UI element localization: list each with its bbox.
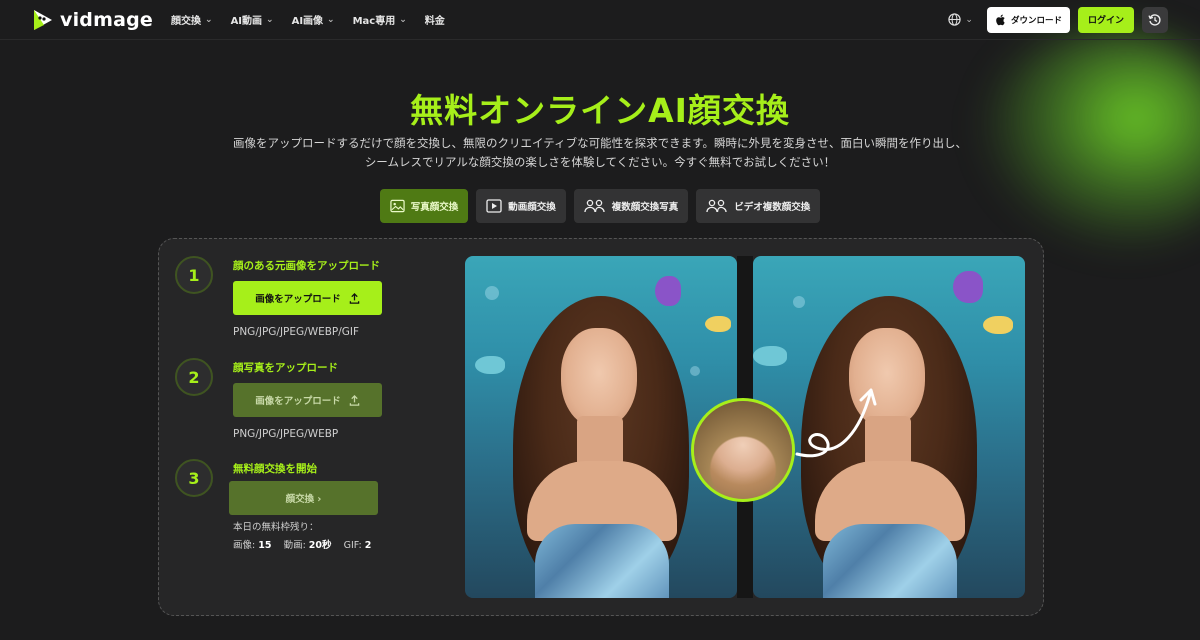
- chevron-down-icon: ⌄: [266, 14, 274, 25]
- video-quota-label: 動画:: [283, 540, 306, 551]
- page-title: 無料オンラインAI顔交換: [410, 91, 790, 130]
- download-button[interactable]: ダウンロード: [986, 6, 1070, 33]
- menu-item-mac[interactable]: Mac専用 ⌄: [352, 12, 407, 28]
- upload-source-image-button[interactable]: 画像をアップロード: [233, 281, 382, 315]
- page-description: 画像をアップロードするだけで顔を交換し、無限のクリエイティブな可能性を探求できま…: [190, 134, 1010, 172]
- tab-multi-face-photo[interactable]: 複数顔交換写真: [573, 189, 689, 223]
- step-title-1: 顔のある元画像をアップロード: [233, 260, 380, 272]
- step-number-2: 2: [175, 358, 213, 396]
- menu-item-pricing[interactable]: 料金: [425, 12, 445, 27]
- step-number-3: 3: [175, 459, 213, 497]
- swap-arrow-icon: [795, 388, 877, 458]
- login-button[interactable]: ログイン: [1077, 6, 1134, 33]
- play-icon: [486, 199, 502, 213]
- tab-label: ビデオ複数顔交換: [734, 202, 811, 213]
- button-label: 顔交換 ›: [285, 494, 322, 505]
- supported-formats-2: PNG/JPG/JPEG/WEBP: [233, 428, 339, 440]
- tab-video-face-swap[interactable]: 動画顔交換: [476, 189, 566, 223]
- multi-user-icon: [584, 199, 605, 213]
- menu-label: 顔交換: [171, 16, 202, 27]
- chevron-down-icon: ⌄: [205, 14, 213, 25]
- menu-label: 料金: [424, 16, 445, 27]
- video-quota-value: 20秒: [308, 540, 332, 551]
- upload-icon: [349, 292, 360, 304]
- tab-video-multi-face[interactable]: ビデオ複数顔交換: [696, 189, 821, 223]
- menu-item-face-swap[interactable]: 顔交換 ⌄: [171, 12, 213, 28]
- description-line: シームレスでリアルな顔交換の楽しさを体験してください。今すぐ無料でお試しください…: [364, 155, 836, 169]
- image-quota-label: 画像:: [233, 540, 256, 551]
- chevron-down-icon: ⌄: [327, 14, 335, 25]
- history-button[interactable]: [1142, 6, 1168, 33]
- source-face-thumbnail: [691, 398, 795, 502]
- chevron-down-icon: ⌄: [965, 14, 973, 25]
- step-number-1: 1: [175, 256, 213, 294]
- login-label: ログイン: [1087, 16, 1124, 26]
- step-title-3: 無料顔交換を開始: [233, 463, 317, 475]
- image-icon: [390, 199, 405, 213]
- button-label: 画像をアップロード: [255, 396, 341, 407]
- step-title-2: 顔写真をアップロード: [233, 362, 338, 374]
- supported-formats-1: PNG/JPG/JPEG/WEBP/GIF: [233, 326, 360, 338]
- globe-icon: [948, 13, 962, 26]
- gif-quota-value: 2: [364, 540, 372, 551]
- menu-label: AI画像: [291, 16, 324, 27]
- brand-name: vidmage: [60, 8, 154, 31]
- tab-label: 複数顔交換写真: [611, 202, 679, 213]
- language-selector[interactable]: ⌄: [948, 13, 973, 26]
- remaining-values: 画像: 15 動画: 20秒 GIF: 2: [233, 537, 371, 555]
- tab-photo-face-swap[interactable]: 写真顔交換: [379, 189, 469, 223]
- mode-tabs: 写真顔交換 動画顔交換 複数顔交換写真 ビデオ複数顔交換: [0, 189, 1200, 223]
- download-label: ダウンロード: [1010, 15, 1062, 26]
- menu-label: AI動画: [230, 16, 263, 27]
- multi-user-icon: [706, 199, 727, 213]
- image-quota-value: 15: [258, 540, 272, 551]
- menu-label: Mac専用: [352, 16, 396, 27]
- vidmage-logo-icon: [34, 9, 52, 30]
- remaining-quota: 本日の無料枠残り： 画像: 15 動画: 20秒 GIF: 2: [233, 519, 371, 555]
- apple-icon: [996, 14, 1005, 25]
- chevron-down-icon: ⌄: [399, 14, 407, 25]
- example-result-image: [753, 256, 1025, 598]
- nav-actions: ⌄ ダウンロード ログイン: [948, 6, 1168, 33]
- history-icon: [1148, 13, 1161, 26]
- tab-label: 写真顔交換: [410, 202, 459, 213]
- upload-face-image-button[interactable]: 画像をアップロード: [233, 383, 382, 417]
- start-face-swap-button[interactable]: 顔交換 ›: [229, 481, 378, 515]
- description-line: 画像をアップロードするだけで顔を交換し、無限のクリエイティブな可能性を探求できま…: [233, 136, 967, 150]
- brand-logo[interactable]: vidmage: [32, 8, 153, 32]
- tab-label: 動画顔交換: [508, 202, 556, 213]
- upload-icon: [349, 394, 360, 406]
- main-menu: 顔交換 ⌄ AI動画 ⌄ AI画像 ⌄ Mac専用 ⌄ 料金: [171, 12, 445, 28]
- gif-quota-label: GIF:: [343, 540, 362, 551]
- menu-item-ai-image[interactable]: AI画像 ⌄: [291, 12, 335, 28]
- button-label: 画像をアップロード: [255, 294, 341, 305]
- remaining-label: 本日の無料枠残り：: [233, 522, 319, 533]
- top-navbar: vidmage 顔交換 ⌄ AI動画 ⌄ AI画像 ⌄ Mac専用 ⌄ 料金 ⌄…: [0, 0, 1200, 40]
- menu-item-ai-video[interactable]: AI動画 ⌄: [230, 12, 274, 28]
